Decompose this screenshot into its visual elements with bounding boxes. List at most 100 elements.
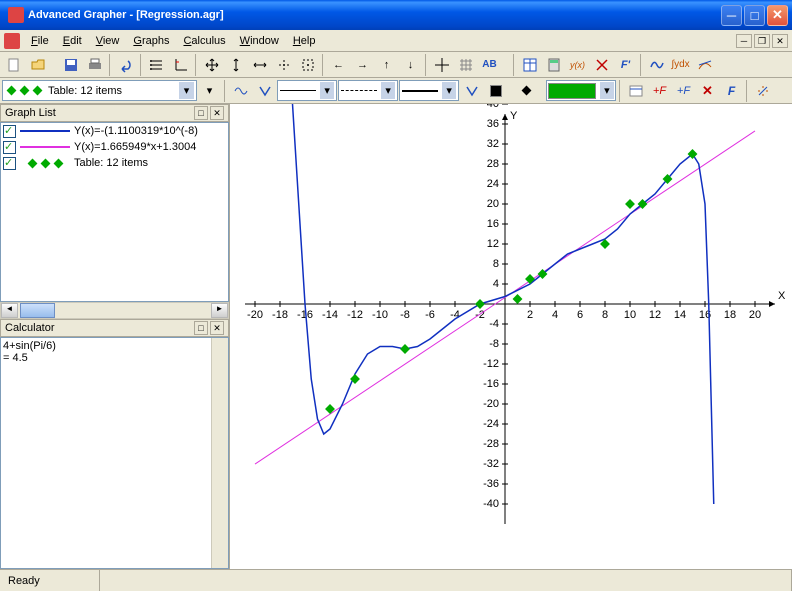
maximize-button[interactable]: □	[744, 5, 765, 26]
svg-text:24: 24	[487, 178, 499, 190]
status-bar: Ready	[0, 569, 792, 591]
list-item[interactable]: Y(x)=1.665949*x+1.3004	[1, 139, 228, 155]
list-item[interactable]: Table: 12 items	[1, 155, 228, 171]
svg-text:-36: -36	[483, 478, 499, 490]
calculator-input[interactable]: 4+sin(Pi/6) = 4.5	[0, 337, 229, 569]
trace-button[interactable]	[751, 80, 774, 102]
graph-list-scrollbar[interactable]: ◄►	[0, 302, 229, 319]
panel-close-button[interactable]: ✕	[210, 321, 224, 335]
cross-button[interactable]	[590, 54, 613, 76]
derivative-button[interactable]: F'	[614, 54, 637, 76]
panel-close-button[interactable]: ✕	[210, 106, 224, 120]
graph-list[interactable]: Y(x)=-(1.1100319*10^(-8) Y(x)=1.665949*x…	[0, 122, 229, 302]
svg-text:-16: -16	[483, 378, 499, 390]
move-button[interactable]	[200, 54, 223, 76]
svg-text:40: 40	[487, 104, 499, 110]
close-button[interactable]: ✕	[767, 5, 788, 26]
window-title: Advanced Grapher - [Regression.agr]	[28, 9, 721, 21]
add-f-button[interactable]: +F	[648, 80, 671, 102]
pan-v-button[interactable]	[224, 54, 247, 76]
left-pane: Graph List □ ✕ Y(x)=-(1.1100319*10^(-8) …	[0, 104, 230, 569]
menu-graphs[interactable]: Graphs	[126, 33, 176, 49]
panel-dock-button[interactable]: □	[194, 106, 208, 120]
mdi-restore-button[interactable]: ❐	[754, 34, 770, 48]
menu-calculus[interactable]: Calculus	[176, 33, 232, 49]
point-square-button[interactable]	[484, 80, 507, 102]
checkbox[interactable]	[3, 157, 16, 170]
print-button[interactable]	[83, 54, 106, 76]
calculator-panel: 4+sin(Pi/6) = 4.5	[0, 337, 229, 569]
app-icon	[8, 7, 24, 23]
axes-button[interactable]	[169, 54, 192, 76]
point-diamond-button[interactable]	[515, 80, 538, 102]
graph-list-header: Graph List □ ✕	[0, 104, 229, 122]
graph-select-dropdown[interactable]: Table: 12 items ▾	[2, 80, 197, 101]
properties-button[interactable]	[624, 80, 647, 102]
svg-text:28: 28	[487, 158, 499, 170]
left-button[interactable]: ←	[327, 54, 350, 76]
menu-file[interactable]: File	[24, 33, 56, 49]
f-list-button[interactable]: F	[720, 80, 743, 102]
line-style-solid[interactable]: ▾	[277, 80, 337, 101]
text-label-button[interactable]: AB	[478, 54, 501, 76]
svg-text:12: 12	[487, 238, 499, 250]
menu-help[interactable]: Help	[286, 33, 323, 49]
undo-button[interactable]	[114, 54, 137, 76]
dup-f-button[interactable]: +F	[672, 80, 695, 102]
open-button[interactable]	[26, 54, 49, 76]
panel-dock-button[interactable]: □	[194, 321, 208, 335]
pan-h-button[interactable]	[248, 54, 271, 76]
dropdown-label: Table: 12 items	[48, 85, 122, 97]
tangent-button[interactable]	[693, 54, 716, 76]
list-item[interactable]: Y(x)=-(1.1100319*10^(-8)	[1, 123, 228, 139]
right-button[interactable]: →	[351, 54, 374, 76]
svg-text:4: 4	[493, 278, 499, 290]
save-button[interactable]	[59, 54, 82, 76]
integral-button[interactable]: ∫ydx	[669, 54, 692, 76]
list-button[interactable]	[145, 54, 168, 76]
minimize-button[interactable]: ─	[721, 5, 742, 26]
checkbox[interactable]	[3, 141, 16, 154]
svg-text:-32: -32	[483, 458, 499, 470]
table-button[interactable]	[518, 54, 541, 76]
mdi-close-button[interactable]: ✕	[772, 34, 788, 48]
svg-text:-6: -6	[425, 309, 435, 321]
v-icon[interactable]	[253, 80, 276, 102]
title-bar: Advanced Grapher - [Regression.agr] ─ □ …	[0, 0, 792, 30]
menu-edit[interactable]: Edit	[56, 33, 89, 49]
svg-text:Y: Y	[510, 110, 518, 122]
grid-button[interactable]	[454, 54, 477, 76]
toolbar-main: ← → ↑ ↓ AB y(x) F' ∫ydx	[0, 52, 792, 78]
toolbar-graph: Table: 12 items ▾ ▾ ▾ ▾ ▾ ▾ +F +F ✕ F	[0, 78, 792, 104]
svg-text:32: 32	[487, 138, 499, 150]
new-button[interactable]	[2, 54, 25, 76]
checkbox[interactable]	[3, 125, 16, 138]
menu-view[interactable]: View	[89, 33, 127, 49]
line-style-dashed[interactable]: ▾	[338, 80, 398, 101]
mdi-minimize-button[interactable]: ─	[736, 34, 752, 48]
dropdown-extra[interactable]: ▾	[198, 80, 221, 102]
center-button[interactable]	[272, 54, 295, 76]
crosshair-button[interactable]	[430, 54, 453, 76]
down-button[interactable]: ↓	[399, 54, 422, 76]
svg-text:-12: -12	[347, 309, 363, 321]
svg-text:-28: -28	[483, 438, 499, 450]
calc-button[interactable]	[542, 54, 565, 76]
v-marker-icon[interactable]	[460, 80, 483, 102]
svg-text:-40: -40	[483, 498, 499, 510]
svg-text:-14: -14	[322, 309, 338, 321]
svg-text:-18: -18	[272, 309, 288, 321]
line-style-thick[interactable]: ▾	[399, 80, 459, 101]
yfx-button[interactable]: y(x)	[566, 54, 589, 76]
up-button[interactable]: ↑	[375, 54, 398, 76]
function-button[interactable]	[645, 54, 668, 76]
calc-scrollbar[interactable]	[211, 338, 228, 568]
menu-window[interactable]: Window	[233, 33, 286, 49]
plot-area[interactable]: XY-20-18-16-14-12-10-8-6-4-2246810121416…	[230, 104, 792, 569]
svg-text:-20: -20	[483, 398, 499, 410]
color-picker[interactable]: ▾	[546, 80, 616, 101]
svg-text:8: 8	[602, 309, 608, 321]
delete-button[interactable]: ✕	[696, 80, 719, 102]
fit-button[interactable]	[296, 54, 319, 76]
sine-icon[interactable]	[229, 80, 252, 102]
